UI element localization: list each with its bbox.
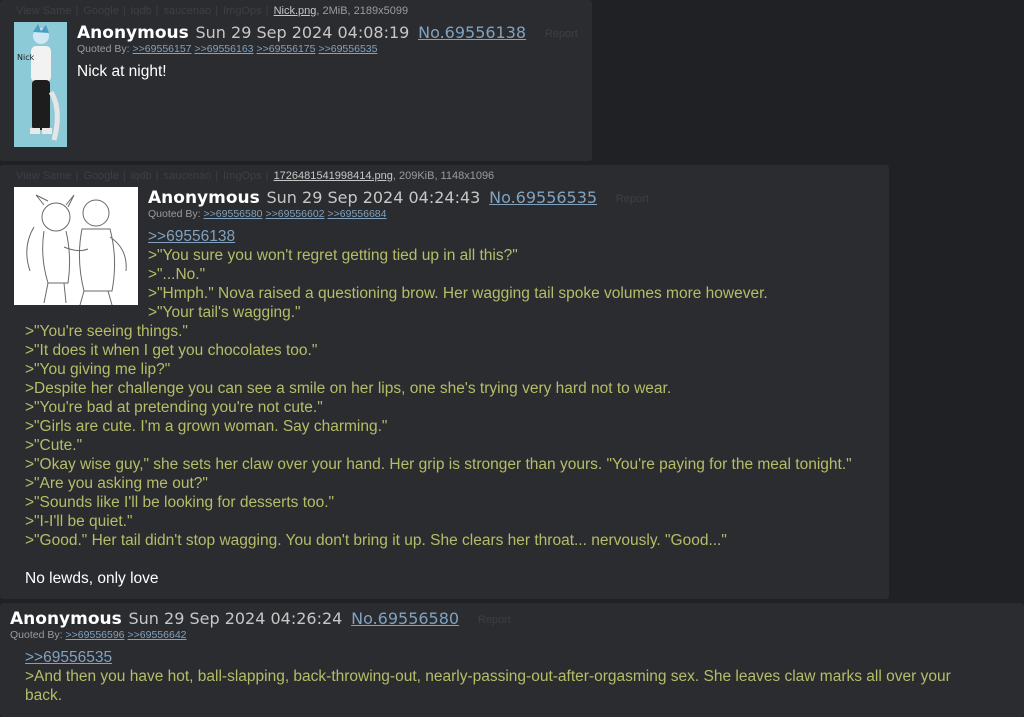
post-date: Sun 29 Sep 2024 04:26:24 [128, 609, 343, 628]
greentext-line: >"It does it when I get you chocolates t… [25, 342, 318, 359]
quoted-by: Quoted By: >>69556596 >>69556642 [10, 629, 187, 641]
thumbnail-image[interactable]: Nick [14, 22, 67, 147]
svg-text:Nick: Nick [17, 53, 35, 62]
post-body-line: No lewds, only love [25, 570, 159, 587]
post-body-line: Nick at night! [77, 63, 167, 80]
quoted-by-link[interactable]: >>69556157 [133, 43, 192, 55]
quoted-by: Quoted By: >>69556580 >>69556602 >>69556684 [148, 208, 386, 220]
tool-iqdb[interactable]: iqdb [131, 170, 152, 182]
post-69556535: View Same | Google | iqdb | saucenao | ImgOp… [0, 165, 889, 599]
file-meta: , 2MiB, 2189x5099 [316, 5, 409, 17]
greentext-line: >"Girls are cute. I'm a grown woman. Say… [25, 418, 388, 435]
post-number[interactable]: No.69556138 [418, 23, 526, 42]
tool-google[interactable]: Google [83, 170, 118, 182]
post-date: Sun 29 Sep 2024 04:24:43 [266, 188, 481, 207]
greentext-line: >"Sounds like I'll be looking for desser… [25, 494, 335, 511]
file-info: View Same | Google | iqdb | saucenao | ImgOp… [16, 5, 409, 17]
tool-view-same[interactable]: View Same [16, 170, 71, 182]
quoted-by-label: Quoted By: [148, 208, 201, 220]
post-header: Anonymous Sun 29 Sep 2024 04:08:19 No.69… [77, 23, 578, 43]
poster-name: Anonymous [77, 23, 189, 43]
thumbnail-image[interactable] [14, 187, 138, 305]
quoted-by-link[interactable]: >>69556596 [66, 629, 125, 641]
quoted-by-link[interactable]: >>69556175 [257, 43, 316, 55]
greentext-line: >Despite her challenge you can see a smi… [25, 380, 672, 397]
greentext-line: >"...No." [148, 266, 206, 283]
quote-link[interactable]: >>69556138 [148, 228, 235, 246]
file-link[interactable]: 1726481541998414.png [274, 170, 393, 182]
tool-imgops[interactable]: ImgOps [223, 170, 262, 182]
report-button[interactable]: Report [478, 614, 511, 626]
greentext-line: >"Hmph." Nova raised a questioning brow.… [148, 285, 768, 302]
post-number[interactable]: No.69556535 [489, 188, 597, 207]
greentext-line: >"Cute." [25, 437, 83, 454]
file-info: View Same | Google | iqdb | saucenao | ImgOp… [16, 170, 495, 182]
quoted-by-label: Quoted By: [10, 629, 63, 641]
post-date: Sun 29 Sep 2024 04:08:19 [195, 23, 410, 42]
quoted-by-link[interactable]: >>69556163 [195, 43, 254, 55]
poster-name: Anonymous [10, 609, 122, 629]
tool-view-same[interactable]: View Same [16, 5, 71, 17]
tool-iqdb[interactable]: iqdb [131, 5, 152, 17]
tool-saucenao[interactable]: saucenao [163, 170, 211, 182]
quoted-by-link[interactable]: >>69556580 [204, 208, 263, 220]
report-button[interactable]: Report [616, 193, 649, 205]
tool-imgops[interactable]: ImgOps [223, 5, 262, 17]
quoted-by: Quoted By: >>69556157 >>69556163 >>69556175… [77, 43, 377, 55]
file-meta: , 209KiB, 1148x1096 [392, 170, 495, 182]
post-header: Anonymous Sun 29 Sep 2024 04:24:43 No.69… [148, 188, 649, 208]
quoted-by-label: Quoted By: [77, 43, 130, 55]
tool-google[interactable]: Google [83, 5, 118, 17]
post-number[interactable]: No.69556580 [351, 609, 459, 628]
greentext-line: >And then you have hot, ball-slapping, b… [25, 668, 951, 685]
greentext-line: >"Okay wise guy," she sets her claw over… [25, 456, 852, 473]
post-69556138: View Same | Google | iqdb | saucenao | ImgOp… [0, 0, 592, 161]
greentext-line: >"Your tail's wagging." [148, 304, 301, 321]
greentext-line: >"You sure you won't regret getting tied… [148, 247, 518, 264]
report-button[interactable]: Report [545, 28, 578, 40]
greentext-line: >"You're bad at pretending you're not cu… [25, 399, 323, 416]
greentext-line: >"Good." Her tail didn't stop wagging. Y… [25, 532, 727, 549]
post-69556580: Anonymous Sun 29 Sep 2024 04:26:24 No.69… [0, 603, 1024, 717]
greentext-line: back. [25, 687, 63, 704]
greentext-line: >"You're seeing things." [25, 323, 188, 340]
quoted-by-link[interactable]: >>69556684 [328, 208, 387, 220]
greentext-line: >"You giving me lip?" [25, 361, 171, 378]
quoted-by-link[interactable]: >>69556642 [128, 629, 187, 641]
quote-link[interactable]: >>69556535 [25, 649, 112, 667]
quoted-by-link[interactable]: >>69556602 [266, 208, 325, 220]
tool-saucenao[interactable]: saucenao [163, 5, 211, 17]
greentext-line: >"Are you asking me out?" [25, 475, 208, 492]
quoted-by-link[interactable]: >>69556535 [318, 43, 377, 55]
post-header: Anonymous Sun 29 Sep 2024 04:26:24 No.69… [10, 609, 511, 629]
file-link[interactable]: Nick.png [274, 5, 317, 17]
greentext-line: >"I-I'll be quiet." [25, 513, 133, 530]
poster-name: Anonymous [148, 188, 260, 208]
